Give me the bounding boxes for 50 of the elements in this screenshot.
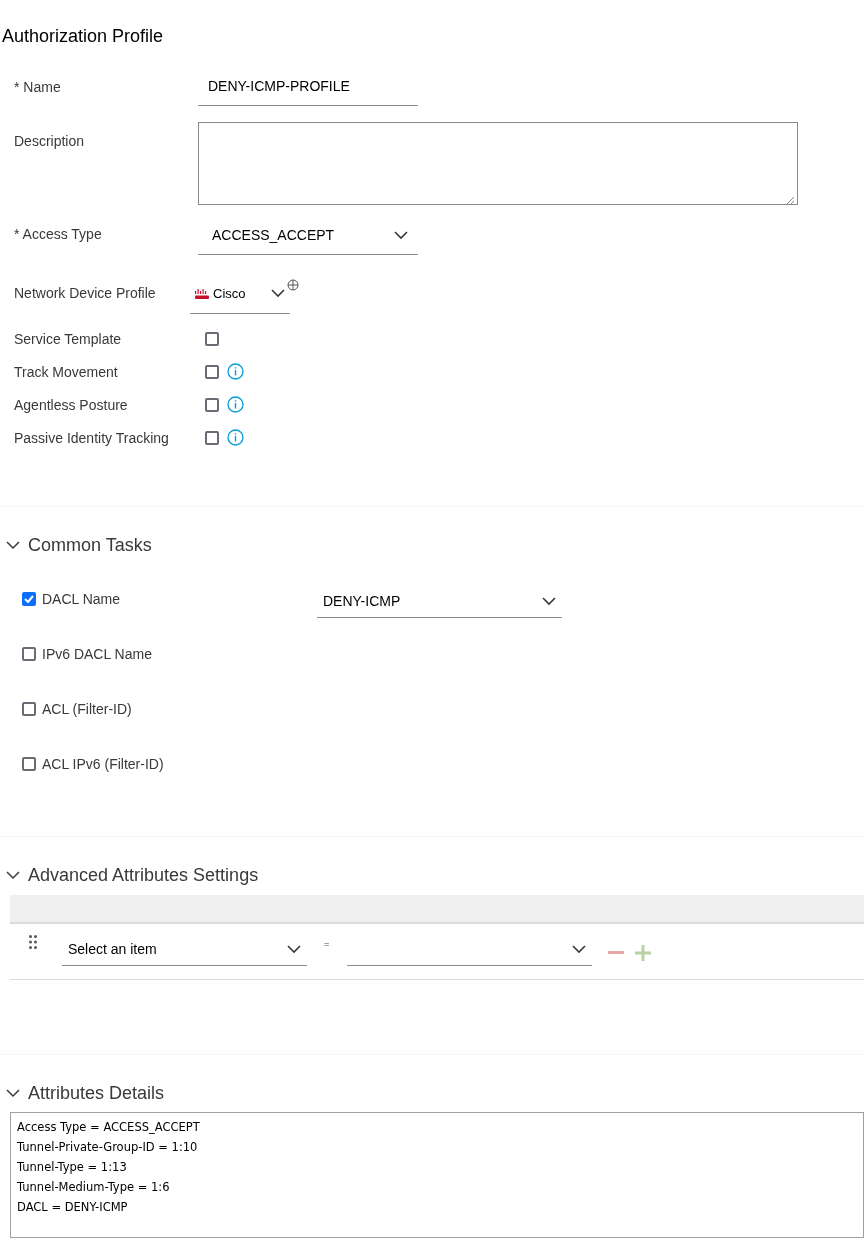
checkbox[interactable]	[22, 757, 36, 771]
option-label: Passive Identity Tracking	[14, 428, 170, 447]
checkbox[interactable]	[205, 397, 219, 412]
info-icon[interactable]	[227, 429, 244, 446]
attribute-line: Tunnel-Private-Group-ID = 1:10	[17, 1139, 199, 1156]
attributes-textarea[interactable]: Access Type = ACCESS_ACCEPT Tunnel-Private-Group-ID = 1:10 Tunnel-Type = 1:13 Tunnel-Medium-Type = 1:6 DACL = DENY-ICMP	[10, 1112, 864, 1238]
attribute-line: DACL = DENY-ICMP	[17, 1199, 129, 1216]
crosshair-icon[interactable]	[287, 279, 299, 291]
checkbox[interactable]	[205, 364, 219, 379]
section-title: Advanced Attributes Settings	[28, 864, 259, 887]
checkbox[interactable]	[22, 592, 36, 606]
chevron-down-icon[interactable]	[394, 231, 408, 240]
chevron-down-icon[interactable]	[6, 871, 20, 880]
section-title: Attributes Details	[28, 1082, 165, 1105]
logo-icon	[195, 288, 209, 299]
checkbox[interactable]	[205, 430, 219, 445]
option-label: Agentless Posture	[14, 395, 129, 414]
attribute-line: Access Type = ACCESS_ACCEPT	[17, 1119, 201, 1136]
select-value: Select an item	[68, 940, 157, 959]
drag-handle-icon[interactable]	[29, 935, 37, 949]
task-label: IPv6 DACL Name	[42, 644, 152, 664]
page-title: Authorization Profile	[2, 25, 165, 48]
chevron-down-icon[interactable]	[6, 541, 20, 550]
field-label: * Name	[14, 78, 62, 96]
checkbox[interactable]	[205, 331, 219, 346]
task-label: ACL IPv6 (Filter-ID)	[42, 754, 164, 774]
chevron-down-icon[interactable]	[271, 289, 285, 298]
attribute-line: Tunnel-Medium-Type = 1:6	[17, 1179, 171, 1196]
attribute-line: Tunnel-Type = 1:13	[17, 1159, 128, 1176]
textarea-field[interactable]	[198, 122, 798, 205]
chevron-down-icon[interactable]	[572, 945, 587, 954]
chevron-down-icon[interactable]	[542, 597, 556, 606]
chevron-down-icon[interactable]	[6, 1089, 20, 1098]
field-label: Description	[14, 132, 86, 150]
option-label: Track Movement	[14, 362, 119, 381]
operator-label: =	[324, 938, 330, 951]
task-label: ACL (Filter-ID)	[42, 699, 132, 719]
section-title: Common Tasks	[28, 534, 152, 557]
option-label: Service Template	[14, 329, 123, 348]
task-label: DACL Name	[42, 589, 121, 609]
chevron-down-icon[interactable]	[287, 945, 301, 954]
field-label: * Access Type	[14, 225, 103, 243]
field-label: Network Device Profile	[14, 284, 157, 302]
checkbox[interactable]	[22, 702, 36, 716]
checkbox[interactable]	[22, 647, 36, 661]
select-value: ACCESS_ACCEPT	[212, 226, 335, 245]
info-icon[interactable]	[227, 396, 244, 413]
select-value: DENY-ICMP	[323, 592, 401, 611]
info-icon[interactable]	[227, 363, 244, 380]
select-value: Cisco	[213, 284, 247, 303]
